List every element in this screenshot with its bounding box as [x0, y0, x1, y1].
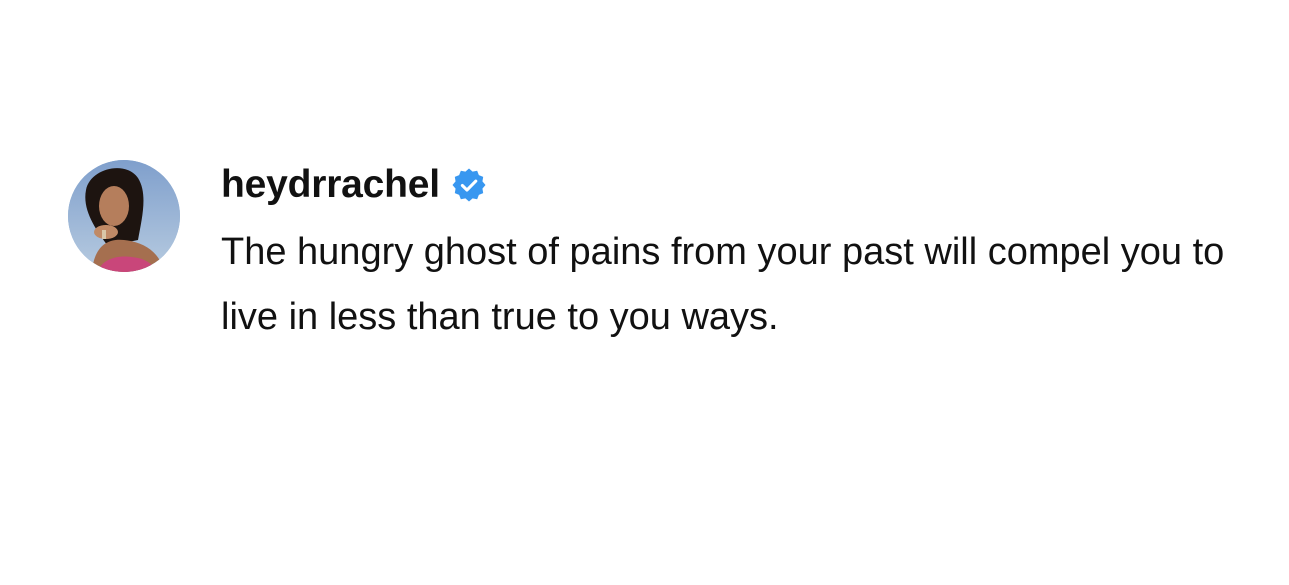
avatar[interactable] [68, 160, 180, 272]
avatar-photo [68, 160, 180, 272]
comment-text: The hungry ghost of pains from your past… [221, 231, 1225, 338]
username[interactable]: heydrrachel [221, 160, 440, 210]
comment-body: heydrrachel The hungry ghost of pains fr… [221, 160, 1241, 350]
verified-badge-icon [452, 168, 486, 202]
comment-card: heydrrachel The hungry ghost of pains fr… [0, 0, 1289, 585]
comment-header: heydrrachel [221, 160, 1241, 210]
